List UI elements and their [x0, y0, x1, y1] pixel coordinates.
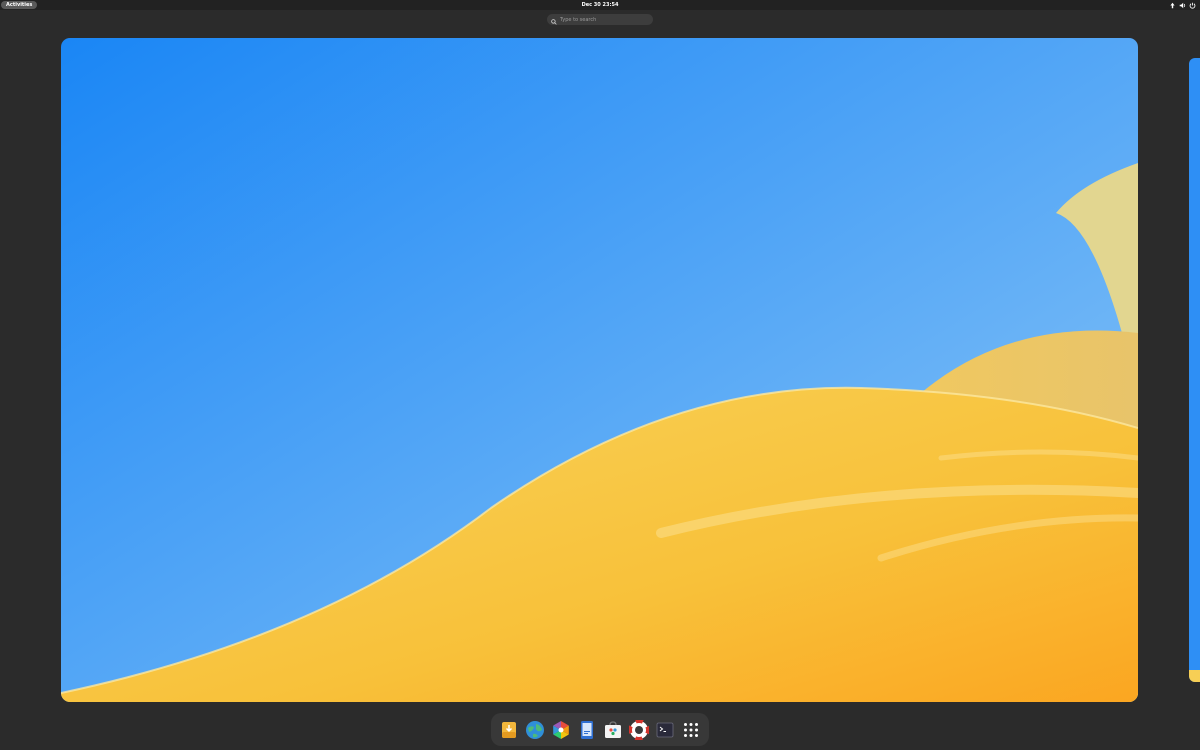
document-viewer-icon	[581, 720, 593, 739]
power-icon[interactable]	[1189, 2, 1196, 9]
network-icon[interactable]	[1169, 2, 1176, 9]
next-workspace-thumbnail[interactable]	[1189, 58, 1200, 682]
terminal-icon	[656, 722, 674, 737]
help-lifebuoy-icon	[629, 719, 649, 740]
search-bar[interactable]	[547, 14, 653, 25]
activities-button[interactable]: Activities	[1, 1, 38, 9]
dock-item-web-browser[interactable]	[523, 718, 547, 742]
dock-item-document-viewer[interactable]	[575, 718, 599, 742]
next-workspace-wallpaper	[1189, 58, 1200, 682]
dock-item-color-palette[interactable]	[549, 718, 573, 742]
software-store-icon	[605, 720, 621, 738]
system-tray[interactable]	[1169, 1, 1196, 9]
color-palette-icon	[553, 720, 569, 739]
software-installer-icon	[502, 721, 516, 738]
app-grid-icon	[684, 722, 698, 737]
dock	[491, 713, 709, 746]
clock[interactable]: Dec 30 23:54	[570, 0, 630, 10]
dock-item-terminal[interactable]	[653, 718, 677, 742]
volume-icon[interactable]	[1179, 2, 1186, 9]
dock-item-show-apps[interactable]	[679, 718, 703, 742]
web-browser-icon	[526, 720, 544, 739]
dock-item-software-store[interactable]	[601, 718, 625, 742]
desktop-wallpaper	[61, 38, 1138, 702]
top-bar: Activities Dec 30 23:54	[0, 0, 1200, 10]
dock-item-software-installer[interactable]	[497, 718, 521, 742]
workspace-thumbnail[interactable]	[61, 38, 1138, 702]
search-input[interactable]	[557, 15, 647, 24]
dock-item-help[interactable]	[627, 718, 651, 742]
